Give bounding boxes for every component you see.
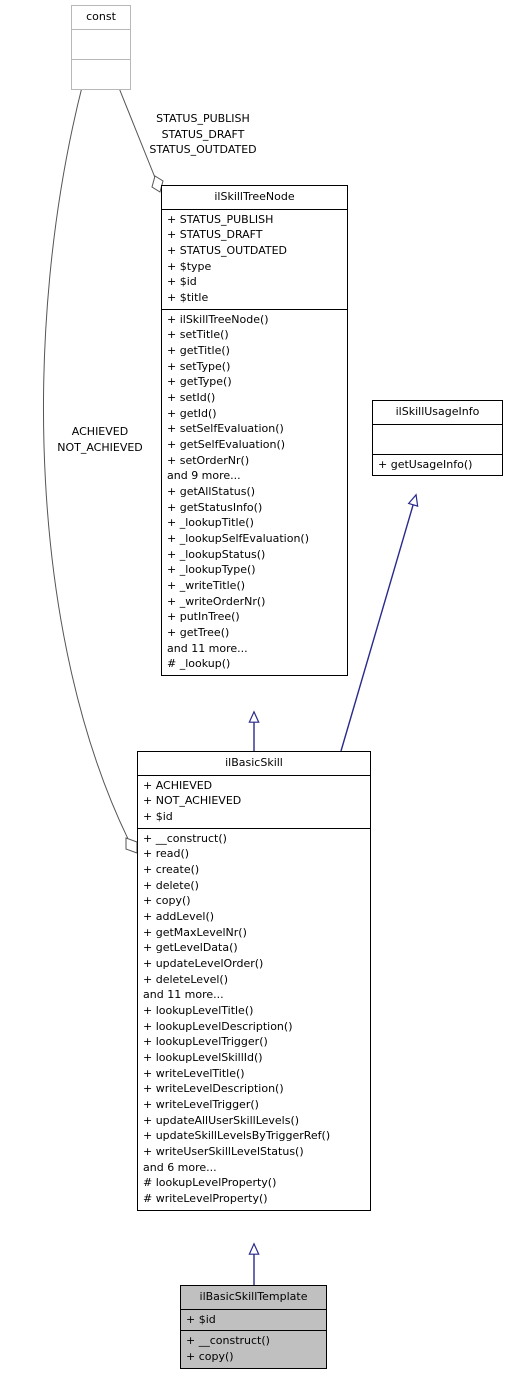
method: + getStatusInfo() <box>167 500 263 514</box>
edge-label-line: STATUS_PUBLISH <box>156 112 250 125</box>
edge-label-line: STATUS_OUTDATED <box>149 143 257 157</box>
attribute: + $id <box>167 275 197 289</box>
class-name-const: const <box>86 10 116 23</box>
method: + __construct() <box>186 1334 270 1348</box>
attribute: + STATUS_PUBLISH <box>167 212 274 226</box>
class-box-ilskilltreenode[interactable]: ilSkillTreeNode + STATUS_PUBLISH + STATU… <box>161 185 348 677</box>
attributes-ilbasicskill: + ACHIEVED + NOT_ACHIEVED + $id <box>138 776 370 828</box>
methods-ilskillusageinfo: + getUsageInfo() <box>373 455 502 476</box>
edge-label-line: ACHIEVED <box>71 425 129 438</box>
attribute: + $title <box>167 290 209 304</box>
attribute: + $id <box>143 809 173 823</box>
method: + _lookupTitle() <box>167 516 254 530</box>
methods-ilbasicskill: + __construct() + read() + create() + de… <box>138 829 370 1210</box>
method: + setTitle() <box>167 328 229 342</box>
class-name-ilbasicskilltemplate: ilBasicSkillTemplate <box>199 1290 308 1303</box>
method: + updateAllUserSkillLevels() <box>143 1113 300 1127</box>
method: + lookupLevelSkillId() <box>143 1051 263 1065</box>
attributes-ilskillusageinfo <box>373 425 502 454</box>
method: # _lookup() <box>167 657 231 671</box>
class-box-const[interactable]: const <box>71 5 131 90</box>
attribute: + NOT_ACHIEVED <box>143 794 242 808</box>
method: + lookupLevelDescription() <box>143 1019 293 1033</box>
method: + putInTree() <box>167 610 240 624</box>
method: + writeLevelTitle() <box>143 1066 245 1080</box>
attributes-ilbasicskilltemplate: + $id <box>181 1310 326 1331</box>
method: + getUsageInfo() <box>378 457 473 471</box>
edge-label-const-basicskill: ACHIEVED NOT_ACHIEVED <box>35 424 165 455</box>
method-more: and 11 more... <box>167 641 248 655</box>
edge-label-line: NOT_ACHIEVED <box>57 440 143 454</box>
method: + writeUserSkillLevelStatus() <box>143 1145 304 1159</box>
class-name-ilskillusageinfo: ilSkillUsageInfo <box>395 405 480 418</box>
method: + writeLevelTrigger() <box>143 1098 259 1112</box>
method: + setType() <box>167 359 231 373</box>
attribute: + $id <box>186 1312 216 1326</box>
method: + updateSkillLevelsByTriggerRef() <box>143 1129 331 1143</box>
method: + ilSkillTreeNode() <box>167 312 269 326</box>
method: + getLevelData() <box>143 941 238 955</box>
class-box-ilskillusageinfo[interactable]: ilSkillUsageInfo + getUsageInfo() <box>372 400 503 477</box>
method: + setSelfEvaluation() <box>167 422 284 436</box>
method: + getAllStatus() <box>167 485 256 499</box>
attributes-ilskilltreenode: + STATUS_PUBLISH + STATUS_DRAFT + STATUS… <box>162 210 347 309</box>
method: + getTree() <box>167 626 230 640</box>
class-box-ilbasicskilltemplate[interactable]: ilBasicSkillTemplate + $id + __construct… <box>180 1285 327 1369</box>
method: + updateLevelOrder() <box>143 957 264 970</box>
method: + getTitle() <box>167 343 230 357</box>
edge-label-const-skilltreenode: STATUS_PUBLISH STATUS_DRAFT STATUS_OUTDA… <box>138 111 268 158</box>
method: + __construct() <box>143 831 227 845</box>
class-name-ilskilltreenode: ilSkillTreeNode <box>214 190 295 203</box>
method: + copy() <box>143 894 191 908</box>
method: # lookupLevelProperty() <box>143 1176 277 1190</box>
method: + writeLevelDescription() <box>143 1082 284 1096</box>
method-more: and 6 more... <box>143 1160 217 1174</box>
class-name-ilbasicskill: ilBasicSkill <box>225 756 283 769</box>
class-box-ilbasicskill[interactable]: ilBasicSkill + ACHIEVED + NOT_ACHIEVED +… <box>137 751 371 1211</box>
method: + _lookupType() <box>167 563 256 577</box>
methods-const <box>72 60 130 89</box>
method: + lookupLevelTitle() <box>143 1004 254 1018</box>
method: + read() <box>143 847 190 861</box>
edge-label-line: STATUS_DRAFT <box>161 127 245 141</box>
attribute: + STATUS_DRAFT <box>167 228 263 242</box>
method: + _lookupStatus() <box>167 547 266 561</box>
method: + _writeOrderNr() <box>167 594 266 608</box>
attributes-const <box>72 30 130 59</box>
method: + create() <box>143 862 200 876</box>
uml-class-diagram: const STATUS_PUBLISH STATUS_DRAFT STATUS… <box>0 0 508 1387</box>
method-more: and 11 more... <box>143 988 224 1002</box>
method-more: and 9 more... <box>167 469 241 483</box>
method: + getType() <box>167 375 232 389</box>
method: # writeLevelProperty() <box>143 1192 268 1206</box>
method: + addLevel() <box>143 909 215 923</box>
method: + copy() <box>186 1349 234 1363</box>
method: + getMaxLevelNr() <box>143 925 247 939</box>
method: + getSelfEvaluation() <box>167 438 286 452</box>
attribute: + $type <box>167 259 212 273</box>
method: + delete() <box>143 878 199 892</box>
method: + lookupLevelTrigger() <box>143 1035 268 1049</box>
method: + getId() <box>167 406 217 420</box>
method: + setOrderNr() <box>167 453 250 467</box>
methods-ilskilltreenode: + ilSkillTreeNode() + setTitle() + getTi… <box>162 310 347 675</box>
attribute: + STATUS_OUTDATED <box>167 243 288 257</box>
method: + _writeTitle() <box>167 579 246 593</box>
methods-ilbasicskilltemplate: + __construct() + copy() <box>181 1331 326 1367</box>
attribute: + ACHIEVED <box>143 778 213 792</box>
method: + deleteLevel() <box>143 972 228 986</box>
method: + _lookupSelfEvaluation() <box>167 532 310 546</box>
method: + setId() <box>167 391 216 404</box>
